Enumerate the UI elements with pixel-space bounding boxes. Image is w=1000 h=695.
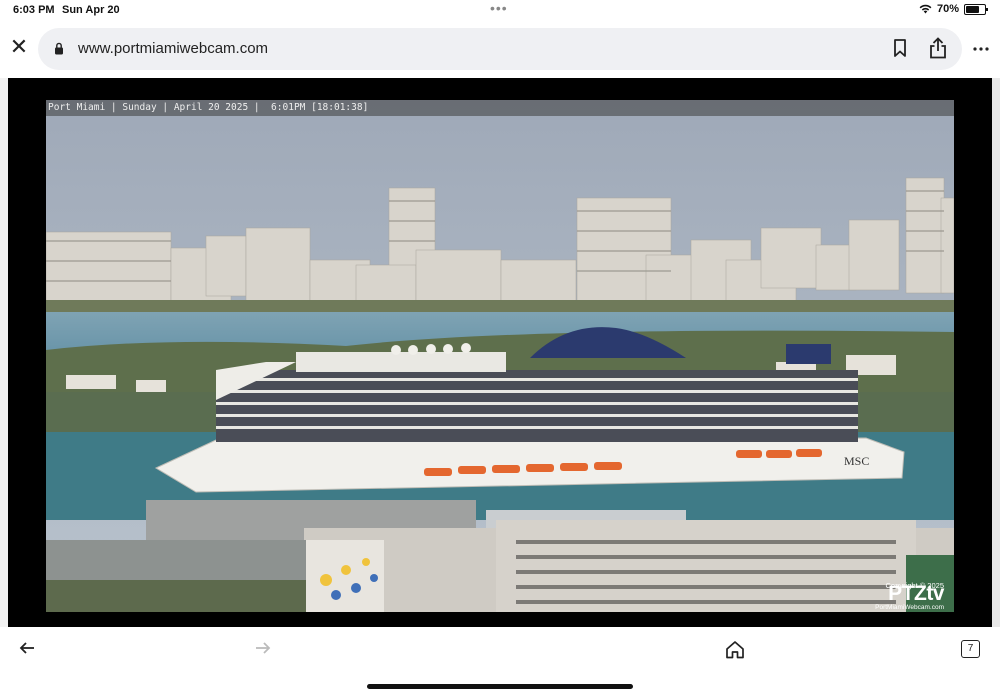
url-bar[interactable]: www.portmiamiwebcam.com xyxy=(38,28,962,70)
close-icon[interactable]: ✕ xyxy=(8,36,30,58)
status-time: 6:03 PM xyxy=(13,4,55,16)
ship-logo-text: MSC xyxy=(844,454,870,468)
lock-icon xyxy=(55,42,63,55)
brand-logo: PTZtv xyxy=(888,582,944,605)
battery-percent: 70% xyxy=(936,3,959,15)
brand-site-text: PortMiamiWebcam.com xyxy=(875,604,944,611)
webcam-image[interactable]: Port Miami | Sunday | April 20 2025 | 6:… xyxy=(46,100,954,612)
bottom-toolbar: 7 xyxy=(0,627,1000,695)
battery-icon xyxy=(964,3,988,15)
port-miami-scene xyxy=(46,100,954,612)
webcam-timestamp-overlay: Port Miami | Sunday | April 20 2025 | 6:… xyxy=(46,100,954,116)
page-side-left xyxy=(0,78,8,627)
home-icon[interactable] xyxy=(725,640,745,659)
status-right: 70% xyxy=(919,3,988,15)
url-text[interactable]: www.portmiamiwebcam.com xyxy=(78,40,268,57)
more-icon[interactable] xyxy=(973,47,989,51)
status-bar: 6:03 PM Sun Apr 20 ••• 70% xyxy=(0,0,1000,22)
page-side-right xyxy=(992,78,1000,627)
share-icon[interactable] xyxy=(929,37,947,59)
bookmark-icon[interactable] xyxy=(892,38,908,58)
home-indicator[interactable] xyxy=(367,684,633,689)
back-arrow-icon[interactable] xyxy=(18,641,36,655)
multitask-dots[interactable]: ••• xyxy=(490,0,508,16)
tabs-icon[interactable]: 7 xyxy=(961,640,980,658)
status-date: Sun Apr 20 xyxy=(62,4,120,16)
wifi-icon xyxy=(919,4,932,14)
address-row: ✕ www.portmiamiwebcam.com xyxy=(0,26,1000,72)
forward-arrow-icon[interactable] xyxy=(254,641,272,655)
